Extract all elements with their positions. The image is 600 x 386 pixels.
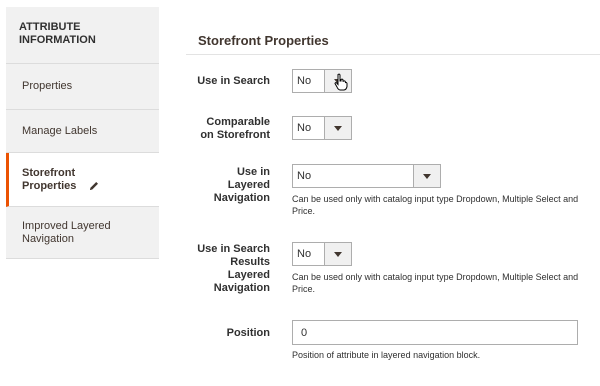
divider — [186, 54, 600, 55]
chevron-down-icon[interactable] — [413, 165, 440, 187]
search-results-layered-navigation-select[interactable]: No — [292, 242, 352, 266]
chevron-down-icon[interactable] — [324, 117, 351, 139]
search-results-layered-navigation-label: Use in Search Results Layered Navigation — [197, 243, 270, 294]
position-note: Position of attribute in layered navigat… — [292, 350, 481, 360]
comparable-select[interactable]: No — [292, 116, 352, 140]
sidebar-item-properties[interactable]: Properties — [6, 64, 159, 110]
sidebar-heading: ATTRIBUTE INFORMATION — [6, 7, 159, 64]
sidebar-item-storefront-properties[interactable]: Storefront Properties — [6, 153, 159, 207]
position-label: Position — [226, 327, 270, 339]
sidebar-item-improved-layered-navigation[interactable]: Improved Layered Navigation — [6, 207, 159, 259]
section-title: Storefront Properties — [198, 33, 329, 48]
use-in-search-label: Use in Search — [197, 75, 270, 87]
layered-navigation-label: Use in Layered Navigation — [213, 166, 270, 204]
chevron-down-icon[interactable] — [324, 243, 351, 265]
layered-navigation-note: Can be used only with catalog input type… — [292, 194, 579, 216]
comparable-label: Comparable on Storefront — [200, 116, 270, 141]
position-input[interactable]: 0 — [292, 320, 578, 345]
search-results-layered-navigation-note: Can be used only with catalog input type… — [292, 272, 579, 294]
sidebar-item-manage-labels[interactable]: Manage Labels — [6, 110, 159, 153]
hand-cursor-icon — [334, 73, 348, 91]
sidebar: ATTRIBUTE INFORMATION Properties Manage … — [6, 7, 159, 259]
layered-navigation-select[interactable]: No — [292, 164, 441, 188]
pencil-icon — [90, 182, 98, 190]
